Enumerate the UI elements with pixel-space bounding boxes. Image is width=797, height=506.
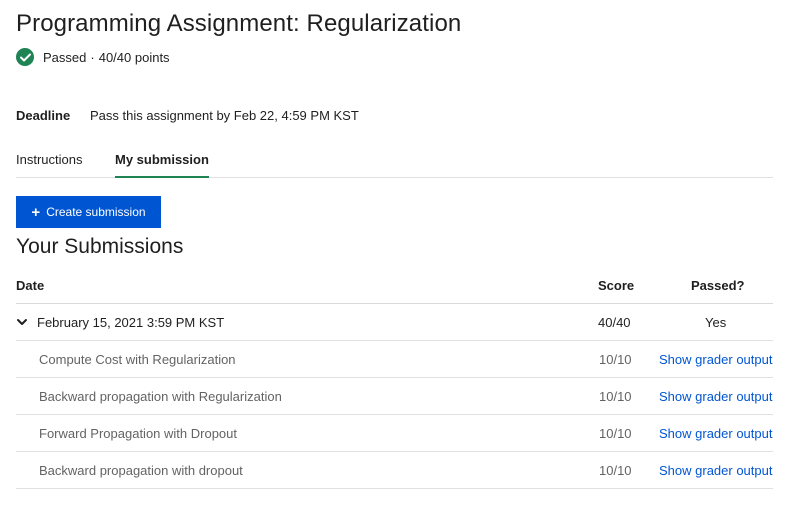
submission-row[interactable]: February 15, 2021 3:59 PM KST 40/40 Yes — [16, 304, 773, 341]
table-header: Date Score Passed? — [16, 268, 773, 304]
deadline-label: Deadline — [16, 108, 71, 123]
show-grader-output-link[interactable]: Show grader output — [659, 352, 772, 367]
part-name: Backward propagation with Regularization — [39, 389, 282, 404]
points-text: 40/40 points — [98, 49, 170, 65]
create-submission-button[interactable]: + Create submission — [16, 196, 161, 228]
table-row: Backward propagation with Regularization… — [16, 378, 773, 415]
table-row: Forward Propagation with Dropout 10/10 S… — [16, 415, 773, 452]
column-score: Score — [598, 278, 635, 293]
column-passed: Passed? — [691, 278, 745, 293]
submissions-title: Your Submissions — [16, 235, 184, 258]
status-line: Passed · 40/40 points — [16, 48, 170, 66]
tab-instructions[interactable]: Instructions — [16, 151, 82, 178]
submissions-table: Date Score Passed? February 15, 2021 3:5… — [16, 268, 773, 489]
create-submission-label: Create submission — [46, 205, 146, 219]
part-score: 10/10 — [599, 389, 632, 404]
chevron-down-icon[interactable] — [16, 316, 28, 328]
part-score: 10/10 — [599, 426, 632, 441]
part-name: Backward propagation with dropout — [39, 463, 243, 478]
table-row: Compute Cost with Regularization 10/10 S… — [16, 341, 773, 378]
table-row: Backward propagation with dropout 10/10 … — [16, 452, 773, 489]
part-score: 10/10 — [599, 352, 632, 367]
status-text: Passed — [43, 49, 87, 65]
part-name: Forward Propagation with Dropout — [39, 426, 237, 441]
part-name: Compute Cost with Regularization — [39, 352, 236, 367]
show-grader-output-link[interactable]: Show grader output — [659, 463, 772, 478]
show-grader-output-link[interactable]: Show grader output — [659, 389, 772, 404]
submission-date: February 15, 2021 3:59 PM KST — [37, 315, 225, 330]
column-date: Date — [16, 278, 45, 293]
check-circle-icon — [16, 48, 34, 66]
page-title: Programming Assignment: Regularization — [16, 10, 462, 37]
plus-icon: + — [31, 203, 41, 221]
submission-passed: Yes — [705, 315, 727, 330]
submission-score: 40/40 — [598, 315, 631, 330]
deadline-text: Pass this assignment by Feb 22, 4:59 PM … — [90, 108, 359, 123]
status-separator: · — [90, 49, 95, 65]
tab-bar: Instructions My submission — [16, 151, 773, 178]
part-score: 10/10 — [599, 463, 632, 478]
tab-my-submission[interactable]: My submission — [115, 151, 209, 178]
deadline: Deadline Pass this assignment by Feb 22,… — [16, 108, 359, 123]
show-grader-output-link[interactable]: Show grader output — [659, 426, 772, 441]
